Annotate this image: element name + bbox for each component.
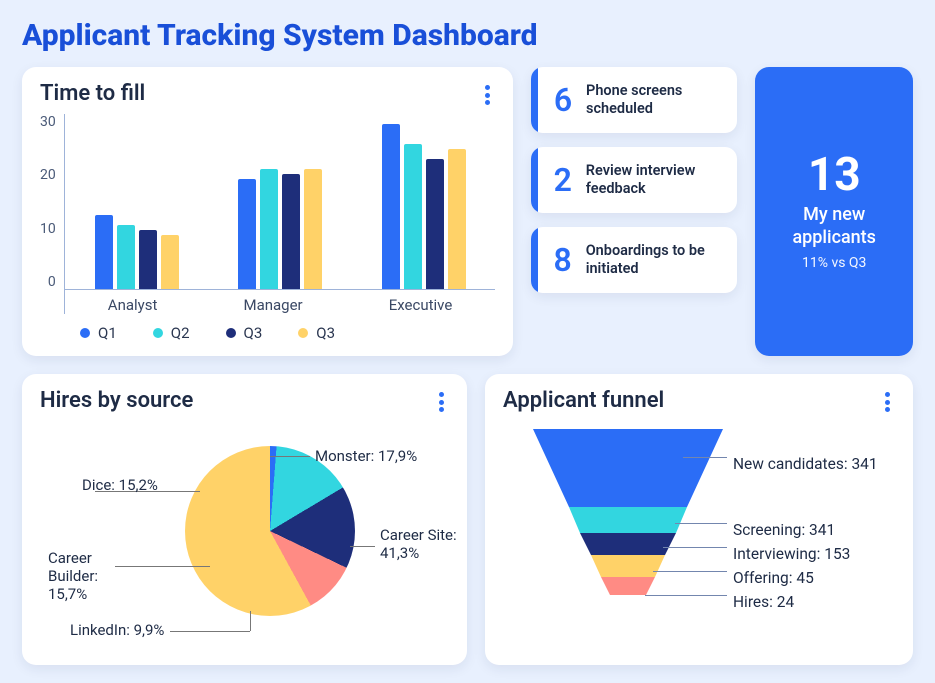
bar — [304, 169, 322, 290]
bar — [117, 225, 135, 290]
pie-label-career-builder: Career Builder: 15,7% — [48, 549, 138, 603]
bar — [282, 174, 300, 290]
kpi-new-applicants[interactable]: 13 My new applicants 11% vs Q3 — [755, 67, 913, 356]
task-pill-review-feedback[interactable]: 2 Review interview feedback — [531, 147, 737, 213]
category-label: Manager — [243, 296, 302, 314]
pie-label-career-site: Career Site: 41,3% — [380, 526, 460, 562]
hires-by-source-title: Hires by source — [40, 388, 449, 413]
task-list: 6 Phone screens scheduled 2 Review inter… — [531, 67, 737, 356]
legend-item: Q3 — [298, 324, 335, 342]
legend-swatch-icon — [298, 328, 308, 338]
kebab-menu-icon[interactable] — [431, 388, 451, 416]
task-text: Review interview feedback — [586, 162, 738, 198]
funnel-stage — [601, 577, 655, 595]
pie-label-monster: Monster: 17,9% — [315, 447, 417, 465]
funnel-label-new: New candidates: 341 — [733, 455, 878, 473]
funnel-label-screening: Screening: 341 — [733, 521, 835, 539]
kebab-menu-icon[interactable] — [877, 388, 897, 416]
leader-line-icon — [250, 611, 251, 631]
legend-item: Q1 — [80, 324, 117, 342]
bar — [404, 144, 422, 290]
leader-line-icon — [663, 547, 727, 548]
legend-swatch-icon — [80, 328, 90, 338]
category-label: Executive — [389, 296, 453, 314]
funnel-stage — [580, 533, 676, 555]
funnel-label-hires: Hires: 24 — [733, 593, 794, 611]
legend-label: Q3 — [316, 324, 335, 342]
kebab-menu-icon[interactable] — [477, 81, 497, 109]
bar-group — [95, 114, 179, 290]
y-tick: 30 — [40, 114, 56, 130]
bar — [139, 230, 157, 290]
bar — [260, 169, 278, 290]
y-tick: 0 — [48, 274, 56, 290]
kpi-label: My new applicants — [771, 204, 897, 249]
kpi-sublabel: 11% vs Q3 — [802, 255, 866, 271]
legend-label: Q1 — [98, 324, 117, 342]
bar — [426, 159, 444, 290]
task-pill-onboardings[interactable]: 8 Onboardings to be initiated — [531, 227, 737, 293]
bar-group — [238, 114, 322, 290]
category-label: Analyst — [108, 296, 158, 314]
funnel-label-offering: Offering: 45 — [733, 569, 814, 587]
leader-line-icon — [683, 457, 727, 458]
pie-chart: Monster: 17,9% Dice: 15,2% Career Site: … — [40, 421, 449, 651]
pie-label-linkedin: LinkedIn: 9,9% — [70, 621, 164, 639]
task-pill-phone-screens[interactable]: 6 Phone screens scheduled — [531, 67, 737, 133]
legend-swatch-icon — [153, 328, 163, 338]
applicant-funnel-title: Applicant funnel — [503, 388, 895, 413]
funnel-stage — [569, 507, 687, 533]
leader-line-icon — [350, 546, 375, 547]
page-title: Applicant Tracking System Dashboard — [22, 18, 913, 53]
bar — [238, 179, 256, 290]
bar — [95, 215, 113, 290]
leader-line-icon — [170, 631, 250, 632]
task-count: 2 — [538, 161, 586, 199]
y-axis: 30 20 10 0 — [40, 114, 56, 314]
task-count: 6 — [538, 81, 586, 119]
funnel-stage — [591, 555, 665, 577]
task-text: Onboardings to be initiated — [586, 242, 738, 278]
pie-label-dice: Dice: 15,2% — [82, 476, 158, 494]
pie-icon — [185, 446, 355, 616]
legend-label: Q3 — [244, 324, 263, 342]
funnel-stage — [533, 429, 723, 507]
time-to-fill-legend: Q1 Q2 Q3 Q3 — [40, 324, 495, 342]
bar — [448, 149, 466, 290]
pill-accent-icon — [531, 67, 538, 133]
task-text: Phone screens scheduled — [586, 82, 737, 118]
leader-line-icon — [653, 571, 727, 572]
bar-plot-area: Analyst Manager Executive — [64, 114, 496, 314]
legend-item: Q2 — [153, 324, 190, 342]
legend-item: Q3 — [226, 324, 263, 342]
bar — [161, 235, 179, 290]
kpi-value: 13 — [808, 152, 861, 198]
legend-swatch-icon — [226, 328, 236, 338]
time-to-fill-chart: 30 20 10 0 Analyst Manager Executive — [40, 114, 495, 314]
legend-label: Q2 — [171, 324, 190, 342]
time-to-fill-title: Time to fill — [40, 81, 495, 106]
time-to-fill-card: Time to fill 30 20 10 0 Analyst Manager … — [22, 67, 513, 356]
applicant-funnel-card: Applicant funnel New candidates: 341 Scr… — [485, 374, 913, 665]
leader-line-icon — [270, 456, 310, 457]
task-count: 8 — [538, 241, 586, 279]
y-tick: 20 — [40, 167, 56, 183]
y-tick: 10 — [40, 221, 56, 237]
bar-group — [382, 114, 466, 290]
bar — [382, 124, 400, 290]
leader-line-icon — [645, 595, 727, 596]
funnel-chart: New candidates: 341 Screening: 341 Inter… — [503, 421, 895, 641]
leader-line-icon — [675, 523, 727, 524]
hires-by-source-card: Hires by source Monster: 17,9% Dice: 15,… — [22, 374, 467, 665]
funnel-label-interview: Interviewing: 153 — [733, 545, 850, 563]
